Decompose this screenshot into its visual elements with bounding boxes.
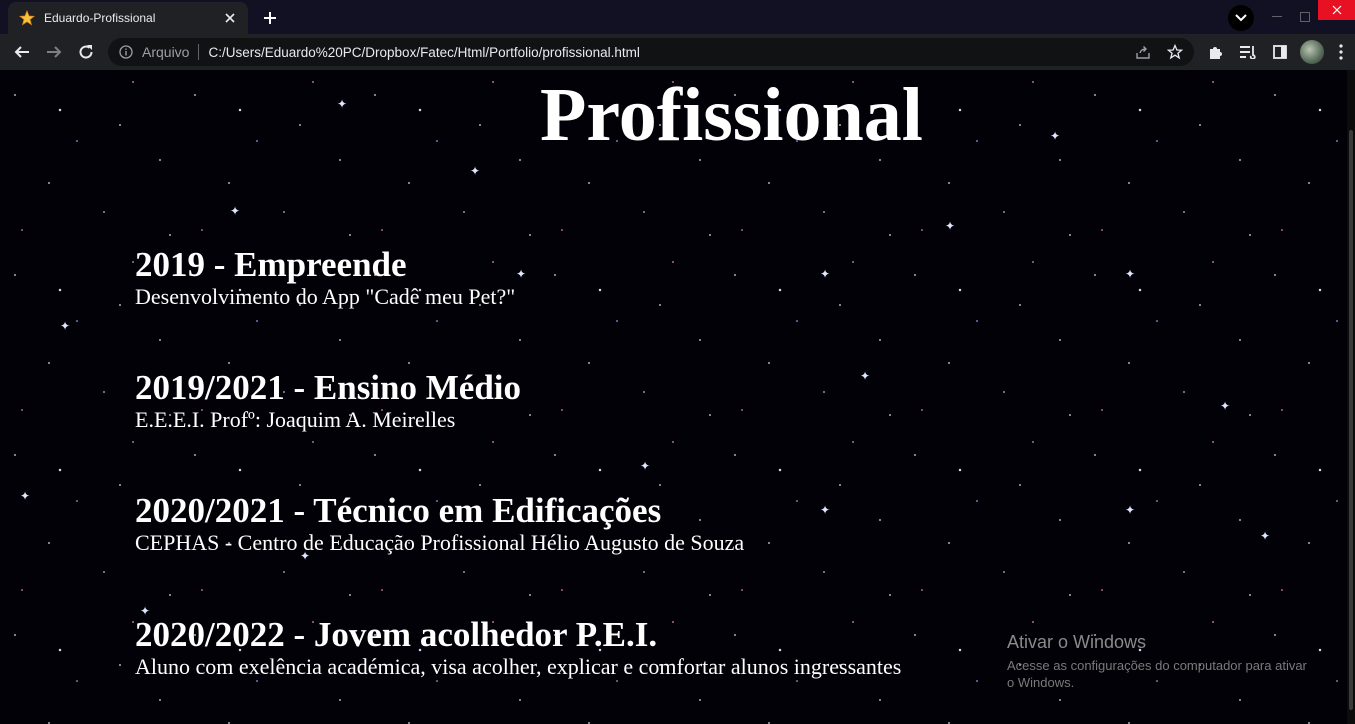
tab-strip: Eduardo-Profissional [0, 0, 1355, 34]
entry-description: E.E.E.I. Profº: Joaquim A. Meirelles [135, 406, 456, 432]
scrollbar-thumb[interactable] [1349, 130, 1353, 710]
share-icon[interactable] [1134, 44, 1152, 60]
sparkle-star: ✦ [337, 97, 348, 111]
maximize-icon[interactable] [1292, 0, 1318, 34]
star-favicon-icon [19, 10, 35, 26]
scheme-label: Arquivo [142, 44, 190, 60]
activation-title: Ativar o Windows [1007, 632, 1147, 652]
media-queue-icon[interactable] [1234, 38, 1262, 66]
forward-arrow-icon[interactable] [40, 38, 68, 66]
omnibox-divider [198, 44, 200, 60]
tab-close-icon[interactable] [222, 10, 238, 26]
entry-description: CEPHAS - Centro de Educação Profissional… [135, 529, 745, 555]
bookmark-star-icon[interactable] [1166, 44, 1184, 60]
url-text[interactable]: C:/Users/Eduardo%20PC/Dropbox/Fatec/Html… [208, 45, 639, 60]
sparkle-star: ✦ [470, 164, 481, 178]
page-title: Profissional [540, 73, 923, 157]
sparkle-star: ✦ [945, 219, 956, 233]
address-bar[interactable]: Arquivo C:/Users/Eduardo%20PC/Dropbox/Fa… [108, 38, 1194, 66]
sparkle-star: ✦ [60, 319, 71, 333]
profile-avatar[interactable] [1300, 40, 1324, 64]
career-entry: 2019 - Empreende Desenvolvimento do App … [135, 245, 1035, 309]
activation-text: Acesse as configurações do computador pa… [1007, 657, 1307, 691]
tab-search-chevron-icon[interactable] [1228, 5, 1254, 31]
entry-description: Desenvolvimento do App "Cadê meu Pet?" [135, 283, 516, 309]
sparkle-star: ✦ [1220, 399, 1231, 413]
entry-heading: 2020/2021 - Técnico em Edificações [135, 491, 662, 530]
sparkle-star: ✦ [640, 459, 651, 473]
tab-title: Eduardo-Profissional [44, 11, 156, 25]
sparkle-star: ✦ [20, 489, 31, 503]
career-entry: 2020/2022 - Jovem acolhedor P.E.I. Aluno… [135, 615, 1035, 679]
sparkle-star: ✦ [1260, 529, 1271, 543]
entry-heading: 2019/2021 - Ensino Médio [135, 368, 522, 407]
entry-heading: 2020/2022 - Jovem acolhedor P.E.I. [135, 615, 658, 654]
window-close-icon[interactable] [1318, 0, 1355, 20]
back-arrow-icon[interactable] [8, 38, 36, 66]
career-entry: 2019/2021 - Ensino Médio E.E.E.I. Profº:… [135, 368, 1035, 432]
sparkle-star: ✦ [1050, 129, 1061, 143]
windows-activation-watermark: Ativar o Windows Acesse as configurações… [1007, 632, 1337, 692]
sparkle-star: ✦ [230, 204, 241, 218]
minimize-icon[interactable] [1262, 0, 1292, 34]
extensions-puzzle-icon[interactable] [1202, 38, 1230, 66]
reload-icon[interactable] [72, 38, 100, 66]
new-tab-icon[interactable] [257, 5, 283, 31]
sparkle-star: ✦ [1125, 503, 1136, 517]
career-entry: 2020/2021 - Técnico em Edificações CEPHA… [135, 491, 1035, 555]
menu-kebab-icon[interactable] [1327, 38, 1355, 66]
side-panel-icon[interactable] [1266, 38, 1294, 66]
browser-toolbar: Arquivo C:/Users/Eduardo%20PC/Dropbox/Fa… [0, 34, 1355, 70]
starfield-page: ✦ ✦ ✦ ✦ ✦ ✦ ✦ ✦ ✦ ✦ ✦ ✦ ✦ ✦ ✦ ✦ ✦ ✦ Prof… [0, 70, 1355, 724]
browser-tab[interactable]: Eduardo-Profissional [8, 2, 248, 34]
entry-heading: 2019 - Empreende [135, 245, 407, 284]
info-icon[interactable] [118, 44, 134, 60]
entry-description: Aluno com exelência académica, visa acol… [135, 653, 902, 679]
sparkle-star: ✦ [1125, 267, 1136, 281]
